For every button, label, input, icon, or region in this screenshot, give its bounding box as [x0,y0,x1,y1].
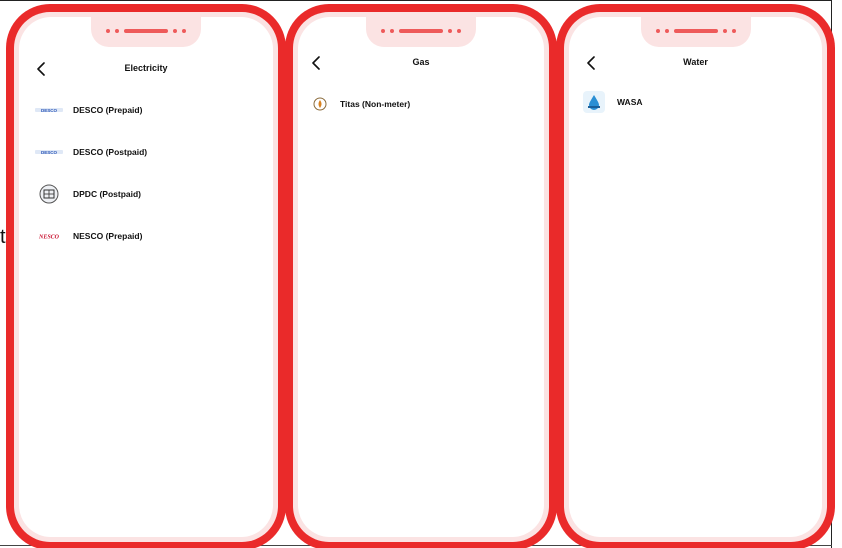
notch-dot [664,29,669,33]
screen-electricity: Electricity DESCO DESCO (Prepaid) DESCO … [19,17,273,537]
provider-list: DESCO DESCO (Prepaid) DESCO DESCO (Postp… [19,97,273,265]
page-title: Gas [412,57,430,67]
list-item-dpdc-postpaid[interactable]: DPDC (Postpaid) [19,181,273,207]
notch-dot [457,29,461,33]
document-border-top [0,0,832,1]
notch-speaker [673,29,718,33]
notch [640,17,751,47]
dpdc-logo-icon [35,184,63,204]
list-item-wasa[interactable]: WASA [569,89,822,115]
screen-header: Electricity [19,55,273,83]
notch-dot [173,29,177,33]
notch [366,17,476,47]
wasa-logo-icon [581,91,607,113]
titas-logo-icon [310,94,330,114]
screen-water: Water WASA [569,17,822,537]
list-item-label: WASA [617,97,643,107]
list-item-desco-prepaid[interactable]: DESCO DESCO (Prepaid) [19,97,273,123]
nesco-logo-icon: NESCO [35,226,63,246]
notch-dot [115,29,119,33]
list-item-label: NESCO (Prepaid) [73,231,143,241]
notch-dot [655,29,660,33]
svg-text:DESCO: DESCO [41,108,58,113]
page-title: Water [683,57,708,67]
stray-document-text: t [0,226,6,248]
notch-dot [448,29,452,33]
screen-header: Gas [298,55,544,83]
phone-water: Water WASA [556,4,835,548]
phone-electricity: Electricity DESCO DESCO (Prepaid) DESCO … [6,4,286,548]
stage: t Electricity DESCO DESCO (Prepaid) DESC… [0,0,842,548]
provider-list: Titas (Non-meter) [298,91,544,133]
page-title: Electricity [124,63,168,73]
notch-dot [390,29,394,33]
screen-gas: Gas Titas (Non-meter) [298,17,544,537]
list-item-label: DPDC (Postpaid) [73,189,141,199]
notch-dot [722,29,727,33]
phone-gas: Gas Titas (Non-meter) [285,4,557,548]
desco-logo-icon: DESCO [35,142,63,162]
list-item-desco-postpaid[interactable]: DESCO DESCO (Postpaid) [19,139,273,165]
notch-dot [182,29,186,33]
list-item-label: Titas (Non-meter) [340,99,411,109]
notch-speaker [399,29,443,33]
provider-list: WASA [569,89,822,131]
list-item-titas-non-meter[interactable]: Titas (Non-meter) [298,91,544,117]
notch-dot [731,29,736,33]
notch-speaker [124,29,168,33]
notch-dot [106,29,110,33]
list-item-nesco-prepaid[interactable]: NESCO NESCO (Prepaid) [19,223,273,249]
desco-logo-icon: DESCO [35,100,63,120]
list-item-label: DESCO (Postpaid) [73,147,148,157]
phone-bezel: Gas Titas (Non-meter) [293,12,549,542]
notch-dot [381,29,385,33]
notch [91,17,201,47]
phone-bezel: Water WASA [564,12,827,542]
screen-header: Water [569,55,822,83]
phone-bezel: Electricity DESCO DESCO (Prepaid) DESCO … [14,12,278,542]
list-item-label: DESCO (Prepaid) [73,105,143,115]
svg-text:DESCO: DESCO [41,150,58,155]
svg-text:NESCO: NESCO [38,235,60,241]
